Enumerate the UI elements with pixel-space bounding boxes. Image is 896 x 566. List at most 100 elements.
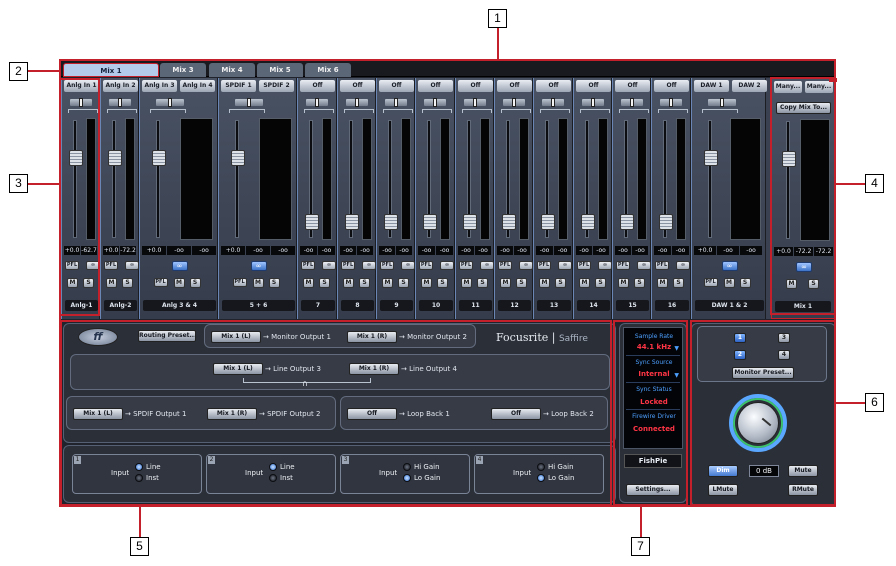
mute-channel-button[interactable]: M bbox=[343, 278, 354, 288]
input-source-select[interactable]: Anlg In 4 bbox=[180, 80, 215, 92]
pan-handle[interactable] bbox=[512, 98, 516, 107]
stereo-link-button[interactable]: ∞ bbox=[362, 261, 376, 270]
solo-channel-button[interactable]: S bbox=[739, 278, 751, 288]
pan-handle[interactable] bbox=[720, 98, 724, 107]
stereo-link-button[interactable]: ∞ bbox=[637, 261, 651, 270]
mute-channel-button[interactable]: M bbox=[723, 278, 735, 288]
fader-handle[interactable] bbox=[463, 213, 477, 230]
pfl-button[interactable]: PFL bbox=[537, 261, 551, 270]
pfl-button[interactable]: PFL bbox=[380, 261, 394, 270]
tab-mix-0[interactable]: Mix 1 bbox=[63, 63, 159, 77]
mute-channel-button[interactable]: M bbox=[461, 278, 472, 288]
solo-channel-button[interactable]: S bbox=[189, 278, 201, 288]
fader-handle[interactable] bbox=[345, 213, 359, 230]
pfl-button[interactable]: PFL bbox=[577, 261, 591, 270]
stereo-link-button[interactable]: ∞ bbox=[440, 261, 454, 270]
fader-handle[interactable] bbox=[581, 213, 595, 230]
input-source-select[interactable]: Anlg In 2 bbox=[103, 80, 138, 92]
stereo-link-button[interactable]: ∞ bbox=[558, 261, 572, 270]
solo-channel-button[interactable]: S bbox=[437, 278, 448, 288]
tab-mix-3[interactable]: Mix 5 bbox=[257, 63, 303, 77]
pan-handle[interactable] bbox=[315, 98, 319, 107]
stereo-link-button[interactable]: ∞ bbox=[721, 261, 738, 271]
stereo-link-button[interactable]: ∞ bbox=[322, 261, 336, 270]
fader-handle[interactable] bbox=[152, 149, 166, 166]
mute-channel-button[interactable]: M bbox=[106, 278, 117, 288]
fader-handle[interactable] bbox=[231, 149, 245, 166]
pan-handle[interactable] bbox=[168, 98, 172, 107]
fader-handle[interactable] bbox=[659, 213, 673, 230]
input-source-select[interactable]: Off bbox=[497, 80, 532, 92]
input-source-select[interactable]: Anlg In 3 bbox=[142, 80, 177, 92]
input-source-select[interactable]: DAW 2 bbox=[732, 80, 767, 92]
solo-channel-button[interactable]: S bbox=[268, 278, 280, 288]
pfl-button[interactable]: PFL bbox=[703, 278, 718, 287]
stereo-link-button[interactable]: ∞ bbox=[125, 261, 139, 270]
solo-channel-button[interactable]: S bbox=[398, 278, 409, 288]
pfl-button[interactable]: PFL bbox=[301, 261, 315, 270]
input-source-select[interactable]: SPDIF 2 bbox=[259, 80, 294, 92]
mute-channel-button[interactable]: M bbox=[539, 278, 550, 288]
pfl-button[interactable]: PFL bbox=[341, 261, 355, 270]
solo-channel-button[interactable]: S bbox=[359, 278, 370, 288]
input-source-select[interactable]: Off bbox=[536, 80, 571, 92]
input-source-select[interactable]: Off bbox=[615, 80, 650, 92]
fader-handle[interactable] bbox=[704, 149, 718, 166]
fader-handle[interactable] bbox=[620, 213, 634, 230]
input-source-select[interactable]: Off bbox=[418, 80, 453, 92]
pfl-button[interactable]: PFL bbox=[459, 261, 473, 270]
mute-channel-button[interactable]: M bbox=[618, 278, 629, 288]
solo-channel-button[interactable]: S bbox=[516, 278, 527, 288]
input-source-select[interactable]: Off bbox=[379, 80, 414, 92]
stereo-link-button[interactable]: ∞ bbox=[250, 261, 267, 271]
input-source-select[interactable]: Off bbox=[340, 80, 375, 92]
pfl-button[interactable]: PFL bbox=[616, 261, 630, 270]
solo-channel-button[interactable]: S bbox=[673, 278, 684, 288]
pan-handle[interactable] bbox=[355, 98, 359, 107]
solo-channel-button[interactable]: S bbox=[477, 278, 488, 288]
mute-channel-button[interactable]: M bbox=[657, 278, 668, 288]
pan-handle[interactable] bbox=[394, 98, 398, 107]
input-source-select[interactable]: Off bbox=[576, 80, 611, 92]
stereo-link-button[interactable]: ∞ bbox=[598, 261, 612, 270]
mute-channel-button[interactable]: M bbox=[579, 278, 590, 288]
pan-handle[interactable] bbox=[630, 98, 634, 107]
input-source-select[interactable]: SPDIF 1 bbox=[221, 80, 256, 92]
fader-handle[interactable] bbox=[305, 213, 319, 230]
fader-handle[interactable] bbox=[384, 213, 398, 230]
fader-handle[interactable] bbox=[541, 213, 555, 230]
pan-handle[interactable] bbox=[591, 98, 595, 107]
mute-channel-button[interactable]: M bbox=[303, 278, 314, 288]
input-source-select[interactable]: Off bbox=[300, 80, 335, 92]
pan-handle[interactable] bbox=[473, 98, 477, 107]
solo-channel-button[interactable]: S bbox=[634, 278, 645, 288]
pan-handle[interactable] bbox=[669, 98, 673, 107]
tab-mix-2[interactable]: Mix 4 bbox=[209, 63, 255, 77]
fader-track[interactable] bbox=[156, 120, 160, 238]
mute-channel-button[interactable]: M bbox=[500, 278, 511, 288]
stereo-link-button[interactable]: ∞ bbox=[401, 261, 415, 270]
pfl-button[interactable]: PFL bbox=[232, 278, 247, 287]
pfl-button[interactable]: PFL bbox=[655, 261, 669, 270]
fader-handle[interactable] bbox=[423, 213, 437, 230]
fader-track[interactable] bbox=[235, 120, 239, 238]
pan-handle[interactable] bbox=[118, 98, 122, 107]
input-source-select[interactable]: Off bbox=[458, 80, 493, 92]
tab-mix-1[interactable]: Mix 3 bbox=[160, 63, 206, 77]
fader-track[interactable] bbox=[708, 120, 712, 238]
fader-handle[interactable] bbox=[502, 213, 516, 230]
solo-channel-button[interactable]: S bbox=[319, 278, 330, 288]
pfl-button[interactable]: PFL bbox=[153, 278, 168, 287]
input-source-select[interactable]: Off bbox=[654, 80, 689, 92]
pfl-button[interactable]: PFL bbox=[104, 261, 118, 270]
stereo-link-button[interactable]: ∞ bbox=[676, 261, 690, 270]
solo-channel-button[interactable]: S bbox=[122, 278, 133, 288]
pan-handle[interactable] bbox=[433, 98, 437, 107]
mute-channel-button[interactable]: M bbox=[173, 278, 185, 288]
mute-channel-button[interactable]: M bbox=[252, 278, 264, 288]
solo-channel-button[interactable]: S bbox=[595, 278, 606, 288]
stereo-link-button[interactable]: ∞ bbox=[171, 261, 188, 271]
pfl-button[interactable]: PFL bbox=[419, 261, 433, 270]
mute-channel-button[interactable]: M bbox=[421, 278, 432, 288]
pan-handle[interactable] bbox=[247, 98, 251, 107]
